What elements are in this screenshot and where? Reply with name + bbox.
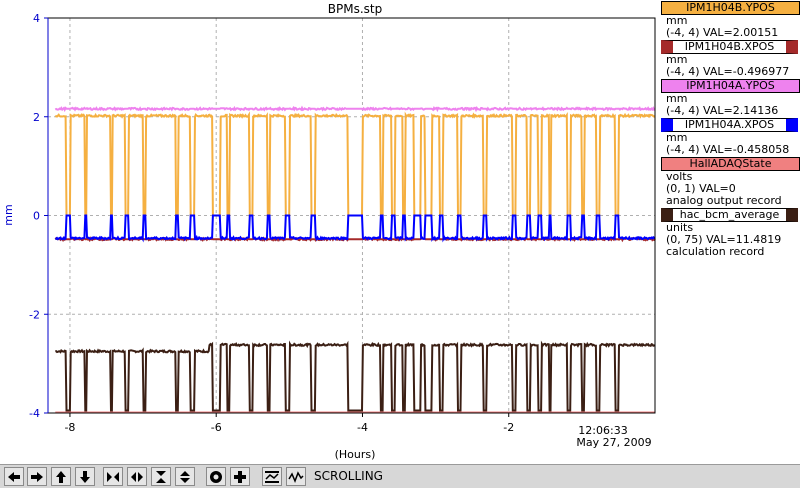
series-layer [54, 105, 656, 414]
zoom-x-out-icon [130, 471, 144, 483]
zoom-y-out-button[interactable] [175, 467, 195, 486]
auto-scale-icon [264, 470, 280, 484]
zoom-y-out-icon [179, 470, 191, 484]
scroll-down-icon [79, 470, 91, 484]
x-tick-label: -2 [503, 421, 514, 434]
zoom-x-in-button[interactable] [103, 467, 123, 486]
scroll-left-icon [7, 471, 21, 483]
stripchart-plot: BPMs.stp 420-2-4-8 -6 -4 -2 mm (Hours) 12:0… [2, 2, 656, 461]
crosshair-icon [233, 470, 247, 484]
record-icon [209, 470, 223, 484]
scroll-mode-button[interactable] [286, 467, 306, 486]
legend-entry-detail: (-4, 4) VAL=-0.496977 [666, 65, 790, 78]
chart-title: BPMs.stp [328, 2, 382, 16]
y-tick-label: 4 [33, 12, 40, 25]
legend-entry-detail: (-4, 4) VAL=2.00151 [666, 26, 779, 39]
y-tick-label: -2 [29, 308, 40, 321]
legend-entry-button[interactable]: IPM1H04A.YPOS [661, 79, 800, 93]
legend-entry-detail: analog output record [666, 194, 782, 207]
end-date-label: May 27, 2009 [576, 436, 651, 449]
y-axis-label: mm [2, 204, 15, 225]
series-line-ipm1h04a-xpos [54, 214, 656, 243]
zoom-x-out-button[interactable] [127, 467, 147, 486]
auto-scale-button[interactable] [262, 467, 282, 486]
y-tick-label: -4 [29, 407, 40, 420]
legend-panel: IPM1H04B.YPOS mm (-4, 4) VAL=2.00151 IPM1H0… [660, 0, 800, 258]
legend-entry-detail: (-4, 4) VAL=-0.458058 [666, 143, 790, 156]
toolbar: SCROLLING [0, 464, 800, 488]
zoom-x-in-icon [106, 471, 120, 483]
series-line-ipm1h04a-ypos [54, 105, 656, 113]
axes: 4 2 0 -2 -4 -8 -6 -4 -2 [29, 12, 656, 434]
legend-entry-detail: (-4, 4) VAL=2.14136 [666, 104, 779, 117]
scroll-right-icon [30, 471, 44, 483]
legend-entry-button[interactable]: IPM1H04B.XPOS [661, 40, 798, 54]
status-label: SCROLLING [314, 469, 383, 483]
scroll-down-button[interactable] [75, 467, 95, 486]
x-tick-label: -4 [357, 421, 368, 434]
y-tick-label: 0 [33, 210, 40, 223]
scroll-right-button[interactable] [27, 467, 47, 486]
zoom-y-in-button[interactable] [151, 467, 171, 486]
record-button[interactable] [206, 467, 226, 486]
legend-entry-button[interactable]: HallADAQState [661, 157, 800, 171]
scroll-up-button[interactable] [51, 467, 71, 486]
scroll-left-button[interactable] [4, 467, 24, 486]
zoom-y-in-icon [155, 470, 167, 484]
crosshair-button[interactable] [230, 467, 250, 486]
y-tick-label: 2 [33, 111, 40, 124]
legend-entry-detail: calculation record [666, 245, 765, 258]
x-tick-label: -8 [64, 421, 75, 434]
scroll-mode-icon [288, 470, 304, 484]
scroll-up-icon [55, 470, 67, 484]
legend-entry-button[interactable]: IPM1H04B.YPOS [661, 1, 800, 15]
legend-entry-button[interactable]: hac_bcm_average [661, 208, 798, 222]
series-line-ipm1h04b-ypos [54, 111, 656, 217]
x-axis-label: (Hours) [335, 448, 376, 461]
series-line-hac-bcm-average [55, 340, 656, 412]
legend-entry-button[interactable]: IPM1H04A.XPOS [661, 118, 798, 132]
x-tick-label: -6 [211, 421, 222, 434]
